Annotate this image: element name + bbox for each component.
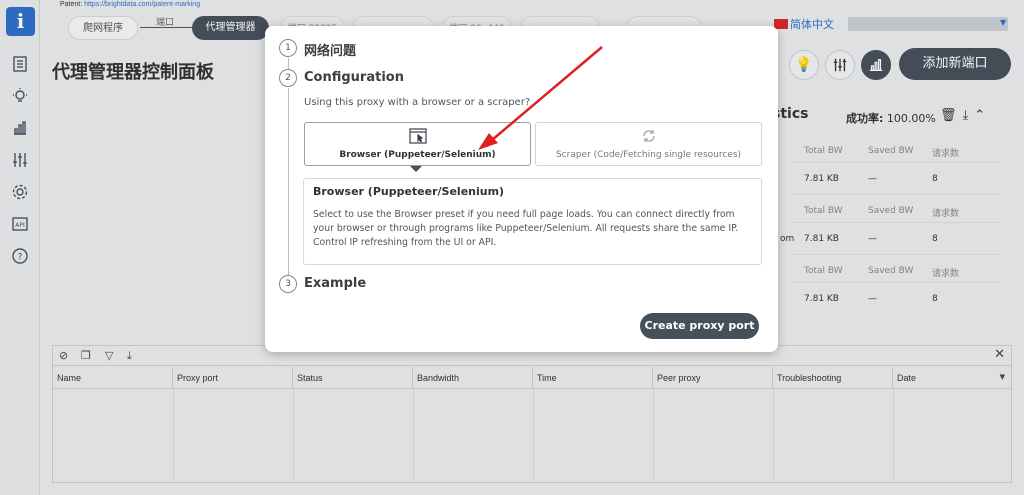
option-browser-label: Browser (Puppeteer/Selenium)	[339, 150, 496, 160]
create-port-wizard-modal: 1 网络问题 2 Configuration Using this proxy …	[265, 26, 778, 352]
step-2-title[interactable]: Configuration	[304, 70, 404, 85]
option-browser[interactable]: Browser (Puppeteer/Selenium)	[304, 122, 531, 166]
step-3-badge: 3	[279, 275, 297, 293]
description-text: Select to use the Browser preset if you …	[313, 209, 739, 248]
create-proxy-port-button[interactable]: Create proxy port	[640, 313, 759, 339]
description-title: Browser (Puppeteer/Selenium)	[313, 185, 505, 198]
step-2-badge: 2	[279, 69, 297, 87]
refresh-icon	[642, 130, 655, 142]
config-question: Using this proxy with a browser or a scr…	[304, 97, 531, 108]
option-scraper[interactable]: Scraper (Code/Fetching single resources)	[535, 122, 762, 166]
option-scraper-label: Scraper (Code/Fetching single resources)	[555, 150, 742, 160]
step-connector	[288, 88, 289, 277]
option-pointer	[410, 166, 422, 172]
browser-window-icon	[408, 128, 427, 144]
step-1-badge: 1	[279, 39, 297, 57]
option-description: Browser (Puppeteer/Selenium) Select to u…	[303, 178, 762, 265]
step-1-title[interactable]: 网络问题	[304, 40, 356, 59]
step-3-title[interactable]: Example	[304, 276, 366, 291]
